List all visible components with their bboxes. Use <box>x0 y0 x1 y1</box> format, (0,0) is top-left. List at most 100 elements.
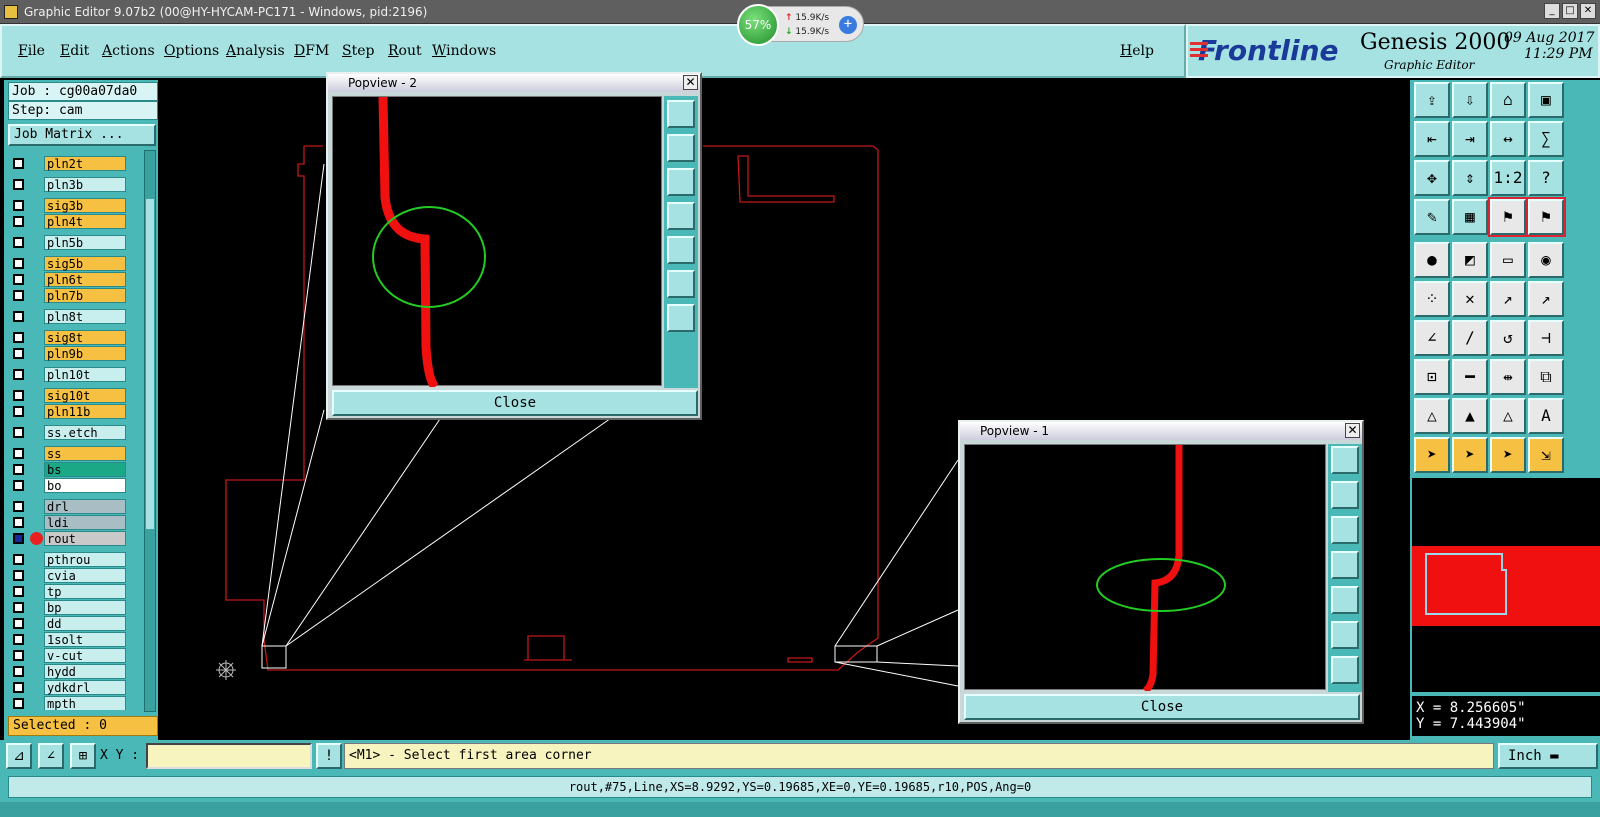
layer-row-pln7b[interactable]: pln7b <box>10 288 142 303</box>
tool-button-14-icon[interactable]: ⚑ <box>1488 197 1528 237</box>
grid-icon[interactable]: ⊞ <box>70 743 96 769</box>
tool-button-39-icon[interactable]: ⇲ <box>1528 437 1564 473</box>
tool-button-6-icon[interactable]: ↔ <box>1490 121 1526 157</box>
tool-button-35-icon[interactable]: A <box>1528 398 1564 434</box>
pan-up-icon[interactable] <box>1331 481 1359 509</box>
layer-checkbox[interactable] <box>13 274 24 285</box>
layer-checkbox[interactable] <box>13 586 24 597</box>
layer-name[interactable]: pln6t <box>44 272 126 287</box>
layer-name[interactable]: cvia <box>44 568 126 583</box>
layer-row-bp[interactable]: bp <box>10 600 142 615</box>
tool-button-1-icon[interactable]: ⇩ <box>1452 82 1488 118</box>
layer-name[interactable]: bs <box>44 462 126 477</box>
layer-checkbox[interactable] <box>13 501 24 512</box>
measure-icon[interactable]: ∠ <box>38 743 64 769</box>
tool-button-25-icon[interactable]: ∕ <box>1452 320 1488 356</box>
layer-row-sig3b[interactable]: sig3b <box>10 198 142 213</box>
zoom-out-icon[interactable] <box>667 304 695 332</box>
layer-checkbox[interactable] <box>13 406 24 417</box>
alert-icon[interactable]: ! <box>316 743 342 769</box>
job-matrix-button[interactable]: Job Matrix ... <box>8 124 156 146</box>
menu-analysis[interactable]: Analysis <box>226 43 285 59</box>
pan-up-icon[interactable] <box>667 134 695 162</box>
layer-row-bo[interactable]: bo <box>10 478 142 493</box>
tool-button-5-icon[interactable]: ⇥ <box>1452 121 1488 157</box>
layer-row-v-cut[interactable]: v-cut <box>10 648 142 663</box>
layer-name[interactable]: pln11b <box>44 404 126 419</box>
layer-checkbox[interactable] <box>13 348 24 359</box>
overview-map[interactable] <box>1412 478 1600 692</box>
layer-name[interactable]: bo <box>44 478 126 493</box>
layer-name[interactable]: sig8t <box>44 330 126 345</box>
layer-name[interactable]: pln10t <box>44 367 126 382</box>
units-selector[interactable]: Inch ▬ <box>1498 743 1598 769</box>
layer-checkbox[interactable] <box>13 290 24 301</box>
tool-button-23-icon[interactable]: ↗ <box>1528 281 1564 317</box>
zoom-in-icon[interactable] <box>667 100 695 128</box>
layer-checkbox[interactable] <box>13 666 24 677</box>
layer-checkbox[interactable] <box>13 698 24 709</box>
plus-icon[interactable]: + <box>839 16 857 34</box>
menu-edit[interactable]: Edit <box>60 43 89 59</box>
minimize-button[interactable]: _ <box>1544 3 1560 19</box>
zoom-fit-icon[interactable] <box>1331 621 1359 649</box>
layer-checkbox[interactable] <box>13 570 24 581</box>
tool-button-15-icon[interactable]: ⚑ <box>1526 197 1566 237</box>
tool-button-11-icon[interactable]: ? <box>1528 160 1564 196</box>
layer-row-cvia[interactable]: cvia <box>10 568 142 583</box>
zoom-in-icon[interactable] <box>1331 446 1359 474</box>
layer-checkbox[interactable] <box>13 332 24 343</box>
menu-file[interactable]: File <box>18 43 45 59</box>
layer-row-rout[interactable]: rout <box>10 531 142 546</box>
layer-checkbox[interactable] <box>13 517 24 528</box>
layer-row-pln8t[interactable]: pln8t <box>10 309 142 324</box>
zoom-out-icon[interactable] <box>1331 656 1359 684</box>
layer-scrollbar[interactable] <box>144 150 156 712</box>
tool-button-29-icon[interactable]: ━ <box>1452 359 1488 395</box>
popview-2-zoom-view[interactable] <box>332 96 662 390</box>
layer-row-pln9b[interactable]: pln9b <box>10 346 142 361</box>
tool-button-21-icon[interactable]: ✕ <box>1452 281 1488 317</box>
layer-name[interactable]: ss <box>44 446 126 461</box>
menu-dfm[interactable]: DFM <box>294 43 329 59</box>
pan-left-icon[interactable] <box>1331 551 1359 579</box>
layer-checkbox[interactable] <box>13 311 24 322</box>
layer-name[interactable]: mpth <box>44 696 126 710</box>
tool-button-0-icon[interactable]: ⇪ <box>1414 82 1450 118</box>
popview-1-close-icon[interactable]: ✕ <box>1345 423 1360 438</box>
tool-button-3-icon[interactable]: ▣ <box>1528 82 1564 118</box>
layer-name[interactable]: v-cut <box>44 648 126 663</box>
layer-row-mpth[interactable]: mpth <box>10 696 142 710</box>
tool-button-32-icon[interactable]: △ <box>1414 398 1450 434</box>
tool-button-18-icon[interactable]: ▭ <box>1490 242 1526 278</box>
layer-checkbox[interactable] <box>13 200 24 211</box>
layer-checkbox[interactable] <box>13 554 24 565</box>
layer-row-sig10t[interactable]: sig10t <box>10 388 142 403</box>
layer-name[interactable]: sig3b <box>44 198 126 213</box>
layer-name[interactable]: sig10t <box>44 388 126 403</box>
layer-row-ss.etch[interactable]: ss.etch <box>10 425 142 440</box>
zoom-fit-icon[interactable] <box>667 270 695 298</box>
layer-row-pln3b[interactable]: pln3b <box>10 177 142 192</box>
layer-checkbox[interactable] <box>13 158 24 169</box>
pan-down-icon[interactable] <box>667 168 695 196</box>
layer-name[interactable]: rout <box>44 531 126 546</box>
tool-button-28-icon[interactable]: ⊡ <box>1414 359 1450 395</box>
layer-row-ss[interactable]: ss <box>10 446 142 461</box>
layer-name[interactable]: pln8t <box>44 309 126 324</box>
layer-checkbox[interactable] <box>13 682 24 693</box>
tool-button-26-icon[interactable]: ↺ <box>1490 320 1526 356</box>
menu-actions[interactable]: Actions <box>102 43 155 59</box>
layer-row-pln6t[interactable]: pln6t <box>10 272 142 287</box>
maximize-button[interactable]: □ <box>1562 3 1578 19</box>
tool-button-37-icon[interactable]: ➤ <box>1452 437 1488 473</box>
tool-button-16-icon[interactable]: ● <box>1414 242 1450 278</box>
layer-checkbox[interactable] <box>13 533 24 544</box>
layer-checkbox[interactable] <box>13 602 24 613</box>
layer-name[interactable]: pln4t <box>44 214 126 229</box>
layer-row-pln11b[interactable]: pln11b <box>10 404 142 419</box>
layer-name[interactable]: pln5b <box>44 235 126 250</box>
layer-checkbox[interactable] <box>13 618 24 629</box>
network-monitor-widget[interactable]: 57% ↑ 15.9K/s ↓ 15.9K/s + <box>737 4 864 46</box>
tool-button-27-icon[interactable]: ⊣ <box>1528 320 1564 356</box>
